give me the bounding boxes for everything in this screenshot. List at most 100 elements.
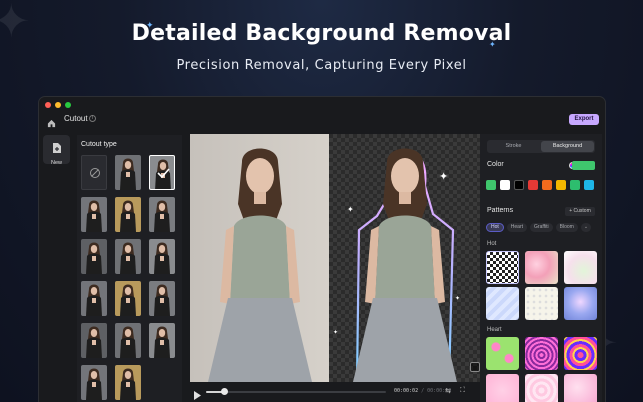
timecode: 00:00:02 / 00:00:30 [394,388,451,394]
svg-text:✦: ✦ [333,329,338,336]
thumbnail-person-image [120,200,136,232]
maximize-window-button[interactable] [65,102,71,108]
original-image [190,134,329,382]
color-swatch[interactable] [556,180,566,190]
pattern-pastel-floral[interactable] [564,251,597,284]
timeline-slider[interactable] [206,388,386,395]
cutout-style-thumbnail[interactable] [149,239,175,274]
cutout-style-thumbnail[interactable] [149,323,175,358]
cutout-style-thumbnail[interactable] [81,281,107,316]
fullscreen-icon[interactable]: ⛶ [460,387,465,395]
cutout-type-panel: Cutout type [77,135,182,402]
chevron-down-icon[interactable]: ⌄ [580,223,592,232]
pattern-rainbow-hearts[interactable] [564,337,597,370]
custom-pattern-button[interactable]: + Custom [565,207,595,216]
pattern-pastel-heart[interactable] [525,374,558,402]
rail-item-label: New [50,160,62,166]
pattern-category-chips: Hot Heart Graffiti Bloom ⌄ [486,223,592,232]
thumbnail-person-image [120,158,136,190]
thumbnail-person-image [86,284,102,316]
color-swatch[interactable] [570,180,580,190]
app-window: Cutout i Export New Cutout type ✦ ✦ ✦ ✦ … [38,96,606,402]
cutout-style-thumbnail[interactable] [115,155,141,190]
svg-text:✦: ✦ [455,295,460,302]
cutout-style-thumbnail[interactable] [149,197,175,232]
settings-icon[interactable]: ⇆ [445,387,451,395]
pattern-neon-hearts[interactable] [525,337,558,370]
cutout-style-thumbnail[interactable] [149,281,175,316]
color-swatch[interactable] [542,180,552,190]
export-button[interactable]: Export [569,114,599,125]
thumbnail-person-image [86,200,102,232]
rail-item-new[interactable]: New [43,135,70,166]
window-controls [45,102,71,108]
original-person-image [208,148,312,382]
color-swatch[interactable] [500,180,510,190]
hero-title: Detailed Background Removal [131,21,512,46]
color-swatch[interactable] [486,180,496,190]
preview-canvas[interactable]: ✦ ✦ ✦ ✦ [190,134,484,382]
panel-tabs: Stroke Background [487,140,595,153]
playback-bar: 00:00:02 / 00:00:30 ⇆ ⛶ [190,384,484,400]
pattern-pink-watercolor[interactable] [525,251,558,284]
chip-hot[interactable]: Hot [486,223,504,232]
compare-toggle-icon[interactable] [470,362,480,372]
close-window-button[interactable] [45,102,51,108]
cutout-style-thumbnail[interactable] [149,155,175,190]
play-button[interactable] [193,387,201,402]
heart-section-label: Heart [487,327,502,333]
cutout-style-thumbnail[interactable] [81,365,107,400]
none-icon [90,168,100,178]
svg-text:✦: ✦ [347,205,354,214]
color-label: Color [487,161,504,168]
home-icon[interactable] [47,115,56,133]
thumbnail-person-image [86,326,102,358]
pattern-cream-sketch[interactable] [525,287,558,320]
tab-stroke[interactable]: Stroke [487,140,540,153]
cutout-style-thumbnail[interactable] [115,239,141,274]
thumbnail-person-image [154,326,170,358]
cutout-style-thumbnail[interactable] [81,239,107,274]
chip-graffiti[interactable]: Graffiti [530,223,553,232]
svg-text:✦: ✦ [439,170,448,183]
thumbnail-person-image [120,368,136,400]
thumbnail-person-image [86,242,102,274]
cutout-style-thumbnail[interactable] [115,197,141,232]
cutout-result: ✦ ✦ ✦ ✦ [329,134,484,382]
timeline-handle[interactable] [221,388,228,395]
hot-section-label: Hot [487,241,497,247]
hero-subtitle: Precision Removal, Capturing Every Pixel [176,58,467,73]
pattern-pink-heart[interactable] [486,374,519,402]
play-icon [194,391,201,400]
window-title: Cutout [64,114,88,123]
pattern-blue-doodle[interactable] [486,287,519,320]
thumbnail-person-image [120,326,136,358]
panel-heading: Cutout type [81,141,117,148]
background-panel: Stroke Background Color Patterns + Custo… [480,134,602,402]
color-swatch[interactable] [528,180,538,190]
current-time: 00:00:02 [394,388,419,394]
new-file-icon [53,143,61,153]
tab-background[interactable]: Background [541,141,594,152]
cutout-style-thumbnail[interactable] [81,323,107,358]
chip-bloom[interactable]: Bloom [555,223,578,232]
no-cutout-option[interactable] [81,155,107,190]
thumbnail-person-image [155,159,171,189]
cutout-style-thumbnail[interactable] [81,197,107,232]
color-swatch[interactable] [514,180,524,190]
info-icon[interactable]: i [89,115,96,122]
cutout-style-thumbnail[interactable] [115,281,141,316]
pattern-green-hearts[interactable] [486,337,519,370]
pattern-checker[interactable] [486,251,519,284]
pattern-purple-glow[interactable] [564,287,597,320]
thumbnail-person-image [120,284,136,316]
color-swatch[interactable] [584,180,594,190]
cutout-style-thumbnail[interactable] [115,365,141,400]
cutout-person-image: ✦ ✦ ✦ ✦ [333,148,460,382]
thumbnail-person-image [86,368,102,400]
pattern-heart-bubbles[interactable] [564,374,597,402]
chip-heart[interactable]: Heart [506,223,528,232]
minimize-window-button[interactable] [55,102,61,108]
current-color-swatch[interactable] [572,161,595,170]
cutout-style-thumbnail[interactable] [115,323,141,358]
